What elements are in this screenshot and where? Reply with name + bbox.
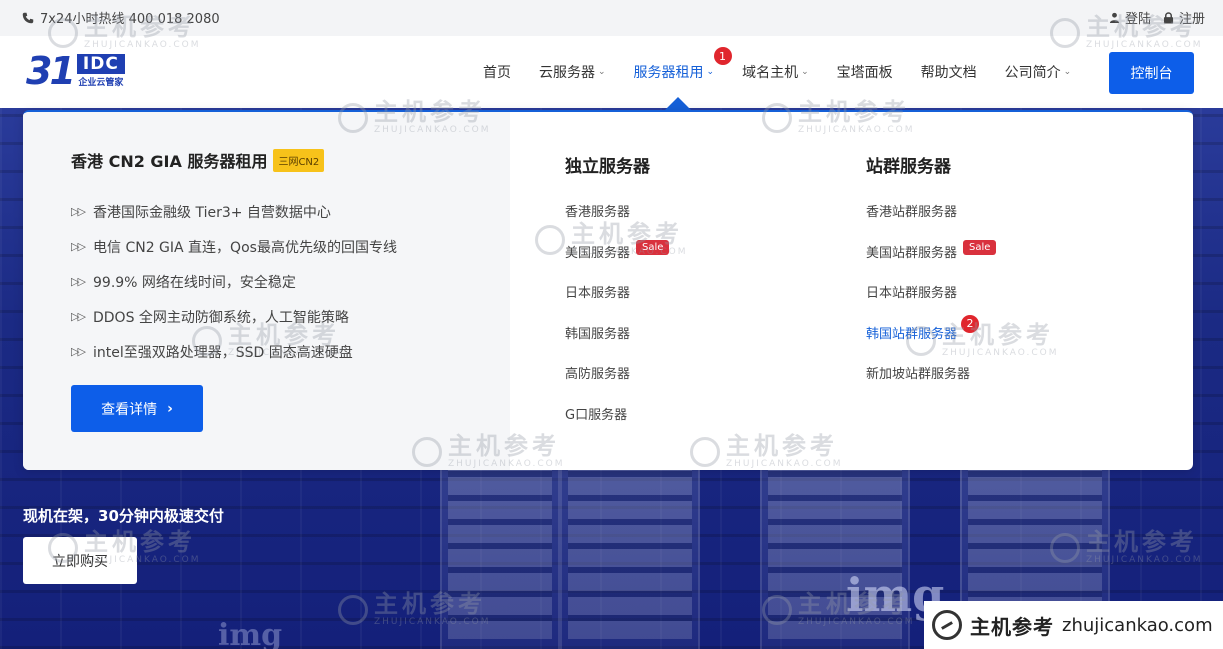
cn2-tag: 三网CN2	[273, 148, 325, 172]
main-header: 31 IDC 企业云管家 首页 云服务器 ⌄ 服务器租用 ⌄ 1 域名主机 ⌄ …	[0, 36, 1223, 108]
chevron-down-icon: ⌄	[1063, 67, 1072, 77]
double-arrow-icon: ▷▷	[71, 345, 86, 358]
chevron-down-icon: ⌄	[598, 67, 606, 77]
annotation-badge: 1	[713, 47, 732, 65]
sale-badge: Sale	[636, 239, 670, 255]
featured-product: 香港 CN2 GIA 服务器租用 三网CN2 ▷▷ 香港国际金融级 Tier3+ …	[23, 112, 510, 470]
nav-item-help-docs[interactable]: 帮助文档	[921, 62, 977, 82]
logo[interactable]: 31 IDC 企业云管家	[26, 49, 125, 93]
nav-item-cloud-server[interactable]: 云服务器 ⌄	[539, 62, 606, 82]
nav-item-bt-panel[interactable]: 宝塔面板	[837, 62, 893, 82]
annotation-badge: 2	[961, 314, 980, 333]
chevron-down-icon: ⌄	[801, 67, 809, 77]
link-kr-server[interactable]: 韩国服务器	[565, 323, 669, 364]
register-link[interactable]: 注册	[1163, 8, 1205, 27]
column-title: 独立服务器	[565, 157, 650, 177]
dedicated-server-column: 独立服务器 香港服务器 美国服务器 Sale 日本服务器 韩国服务器 高防服务器 …	[565, 152, 670, 445]
double-arrow-icon: ▷▷	[71, 240, 86, 253]
nav-item-server-rental[interactable]: 服务器租用 ⌄ 1	[634, 47, 732, 82]
link-sg-station[interactable]: 新加坡站群服务器	[866, 363, 996, 404]
auth-links: 登陆 注册	[1109, 8, 1205, 27]
list-item: ▷▷ 电信 CN2 GIA 直连，Qos最高优先级的回国专线	[71, 239, 397, 256]
phone-icon	[22, 12, 34, 23]
logo-number: 31	[26, 49, 76, 93]
link-us-server[interactable]: 美国服务器 Sale	[565, 239, 670, 283]
corner-watermark-url: zhujicankao.com	[1062, 614, 1213, 636]
feature-list: ▷▷ 香港国际金融级 Tier3+ 自营数据中心 ▷▷ 电信 CN2 GIA 直连，…	[71, 194, 397, 369]
double-arrow-icon: ▷▷	[71, 205, 86, 218]
chevron-right-icon: ›	[167, 400, 173, 417]
hotline-text: 7x24小时热线 400 018 2080	[40, 12, 220, 27]
login-label: 登陆	[1124, 12, 1151, 27]
sale-badge: Sale	[963, 239, 997, 255]
list-item: ▷▷ DDOS 全网主动防御系统，人工智能策略	[71, 309, 349, 326]
double-arrow-icon: ▷▷	[71, 310, 86, 323]
watermark-logo-icon	[932, 610, 962, 640]
console-button[interactable]: 控制台	[1109, 52, 1194, 94]
link-jp-server[interactable]: 日本服务器	[565, 282, 669, 323]
main-nav: 首页 云服务器 ⌄ 服务器租用 ⌄ 1 域名主机 ⌄ 宝塔面板 帮助文档 公司简…	[483, 36, 1099, 108]
login-link[interactable]: 登陆	[1109, 8, 1151, 27]
rack-brand-text: img	[218, 618, 283, 649]
view-details-button[interactable]: 查看详情 ›	[71, 385, 203, 432]
buy-now-button[interactable]: 立即购买	[23, 537, 137, 584]
link-kr-station[interactable]: 韩国站群服务器 2	[866, 314, 996, 364]
lock-icon	[1163, 11, 1174, 23]
hotline: 7x24小时热线 400 018 2080	[22, 8, 220, 27]
link-jp-station[interactable]: 日本站群服务器	[866, 282, 996, 323]
list-item: ▷▷ intel至强双路处理器，SSD 固态高速硬盘	[71, 344, 353, 361]
user-icon	[1109, 12, 1120, 23]
link-hk-server[interactable]: 香港服务器	[565, 201, 669, 242]
station-server-column: 站群服务器 香港站群服务器 美国站群服务器 Sale 日本站群服务器 韩国站群服务…	[866, 152, 997, 404]
link-g-port-server[interactable]: G口服务器	[565, 404, 669, 445]
featured-title: 香港 CN2 GIA 服务器租用 三网CN2	[71, 148, 325, 172]
nav-item-company[interactable]: 公司简介 ⌄	[1005, 62, 1072, 82]
server-rental-dropdown: 香港 CN2 GIA 服务器租用 三网CN2 ▷▷ 香港国际金融级 Tier3+ …	[23, 110, 1193, 470]
logo-idc: IDC	[76, 54, 125, 74]
nav-item-domain-host[interactable]: 域名主机 ⌄	[742, 62, 809, 82]
link-us-station[interactable]: 美国站群服务器 Sale	[866, 239, 997, 283]
double-arrow-icon: ▷▷	[71, 275, 86, 288]
register-label: 注册	[1178, 12, 1205, 27]
column-title: 站群服务器	[866, 157, 951, 177]
hero-tagline: 现机在架，30分钟内极速交付	[23, 507, 224, 525]
corner-watermark: 主机参考 zhujicankao.com	[924, 601, 1223, 649]
dropdown-caret	[665, 97, 691, 110]
list-item: ▷▷ 香港国际金融级 Tier3+ 自营数据中心	[71, 204, 331, 221]
logo-subtitle: 企业云管家	[78, 78, 124, 88]
chevron-down-icon: ⌄	[706, 67, 715, 77]
link-ddos-server[interactable]: 高防服务器	[565, 363, 669, 404]
top-bar: 7x24小时热线 400 018 2080 登陆 注册	[0, 0, 1223, 36]
corner-watermark-cn: 主机参考	[970, 614, 1054, 639]
nav-item-home[interactable]: 首页	[483, 62, 511, 82]
link-hk-station[interactable]: 香港站群服务器	[866, 201, 996, 242]
list-item: ▷▷ 99.9% 网络在线时间，安全稳定	[71, 274, 296, 291]
